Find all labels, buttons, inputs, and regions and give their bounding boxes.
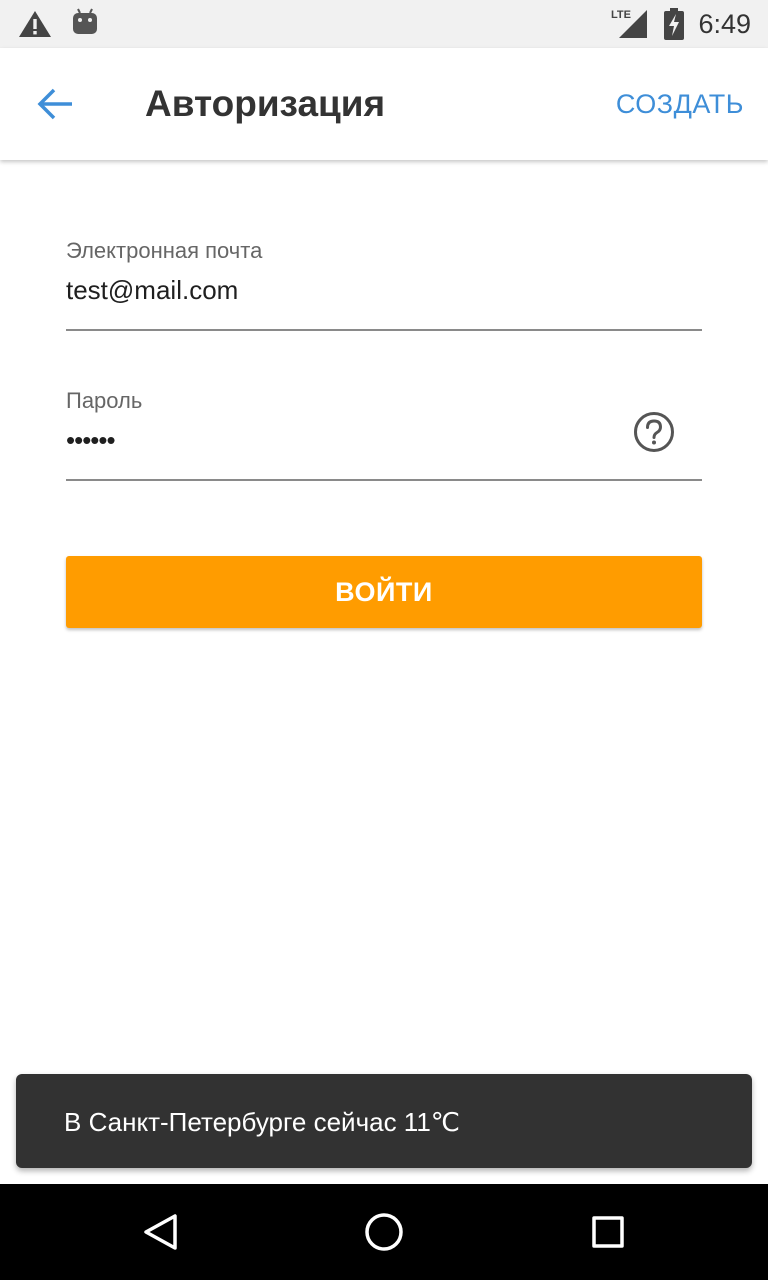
email-input[interactable]: test@mail.com bbox=[66, 274, 238, 306]
app-bar: Авторизация СОЗДАТЬ bbox=[0, 48, 768, 160]
back-button[interactable] bbox=[24, 72, 88, 136]
password-field[interactable]: Пароль •••••• bbox=[66, 386, 702, 482]
password-input[interactable]: •••••• bbox=[66, 424, 116, 456]
back-triangle-icon bbox=[144, 1214, 177, 1250]
login-button[interactable]: ВОЙТИ bbox=[66, 556, 702, 628]
password-underline bbox=[66, 479, 702, 481]
navigation-bar bbox=[0, 1184, 768, 1280]
password-label: Пароль bbox=[66, 388, 143, 413]
email-label: Электронная почта bbox=[66, 238, 263, 263]
nav-recents-button[interactable] bbox=[584, 1208, 632, 1256]
email-field[interactable]: Электронная почта test@mail.com bbox=[66, 236, 702, 332]
snackbar: В Санкт-Петербурге сейчас 11℃ bbox=[16, 1074, 752, 1168]
status-bar: LTE 6:49 bbox=[0, 0, 768, 48]
nav-back-button[interactable] bbox=[136, 1208, 184, 1256]
nav-home-button[interactable] bbox=[360, 1208, 408, 1256]
recents-square-icon bbox=[592, 1216, 624, 1248]
lte-signal-icon bbox=[619, 10, 647, 38]
battery-charging-icon bbox=[664, 8, 684, 40]
email-underline bbox=[66, 329, 702, 331]
arrow-back-icon bbox=[37, 88, 72, 120]
snackbar-message: В Санкт-Петербурге сейчас 11℃ bbox=[64, 1107, 460, 1137]
warning-icon bbox=[19, 11, 51, 37]
android-icon bbox=[73, 8, 97, 34]
help-circle-icon[interactable] bbox=[632, 410, 676, 454]
home-circle-icon bbox=[365, 1213, 403, 1251]
create-account-button[interactable]: СОЗДАТЬ bbox=[616, 88, 744, 120]
status-time: 6:49 bbox=[698, 9, 751, 39]
page-title: Авторизация bbox=[145, 83, 386, 124]
